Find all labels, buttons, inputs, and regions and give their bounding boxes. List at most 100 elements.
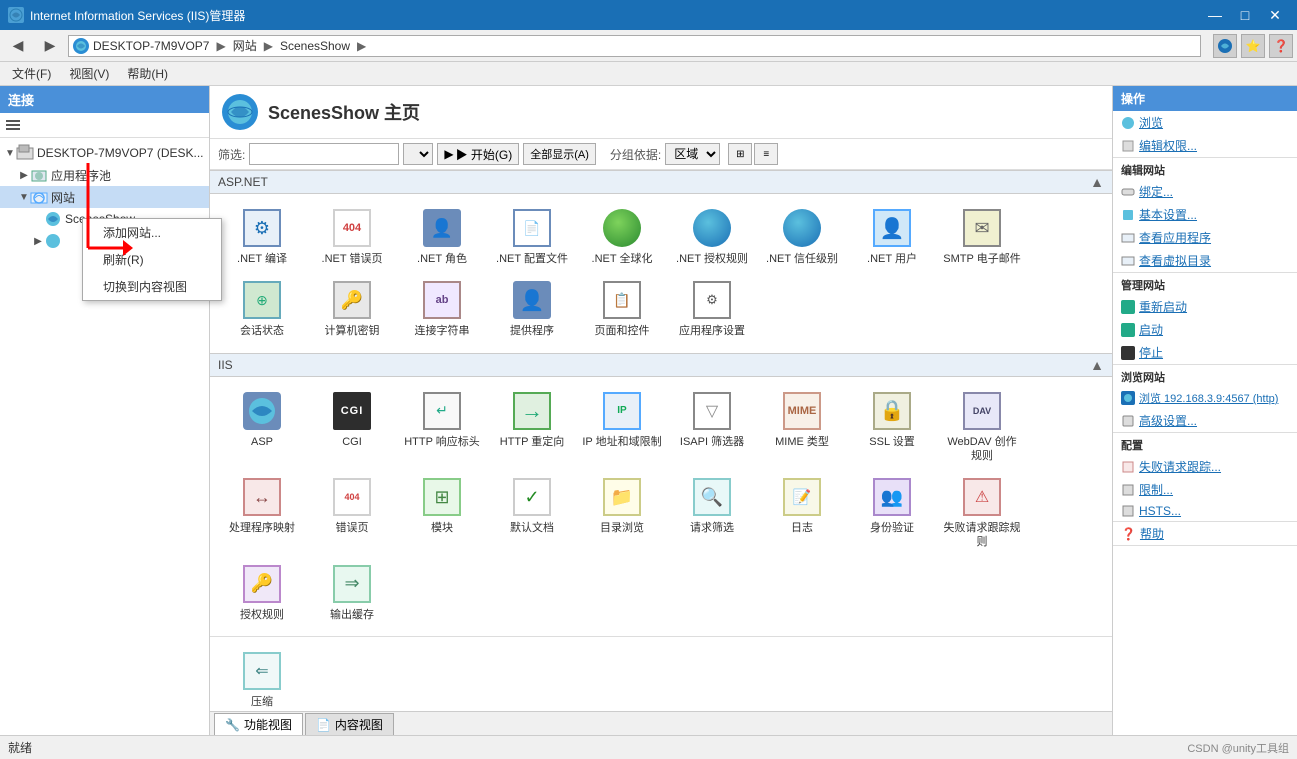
icon-req-filter[interactable]: 🔍 请求筛选: [668, 471, 756, 556]
icon-auth-rules[interactable]: 🔑 授权规则: [218, 558, 306, 628]
right-item-view-apps[interactable]: 查看应用程序: [1113, 226, 1297, 249]
minimize-button[interactable]: —: [1201, 3, 1229, 27]
address-field: DESKTOP-7M9VOP7 ▶ 网站 ▶ ScenesShow ▶: [68, 35, 1201, 57]
icon-net-user[interactable]: 👤 .NET 用户: [848, 202, 936, 272]
stars-icon[interactable]: ⭐: [1241, 34, 1265, 58]
right-item-browse-site[interactable]: 浏览 192.168.3.9:4567 (http): [1113, 387, 1297, 409]
right-subsection-manage-site: 管理网站: [1113, 273, 1297, 295]
right-section-config: 配置 失败请求跟踪... 限制... HSTS...: [1113, 433, 1297, 522]
ie-icon[interactable]: [1213, 34, 1237, 58]
right-item-browse[interactable]: 浏览: [1113, 111, 1297, 134]
sidebar-tool-btn[interactable]: [2, 115, 24, 135]
icon-smtp[interactable]: ✉ SMTP 电子邮件: [938, 202, 1026, 272]
icon-net-config[interactable]: 📄 .NET 配置文件: [488, 202, 576, 272]
breadcrumb-desktop[interactable]: DESKTOP-7M9VOP7: [93, 39, 209, 53]
show-all-button[interactable]: 全部显示(A): [523, 143, 596, 165]
right-item-restart[interactable]: 重新启动: [1113, 295, 1297, 318]
breadcrumb-sites[interactable]: 网站: [233, 37, 257, 54]
right-item-start[interactable]: 启动: [1113, 318, 1297, 341]
icon-net-auth[interactable]: .NET 授权规则: [668, 202, 756, 272]
right-item-failed-req[interactable]: 失败请求跟踪...: [1113, 455, 1297, 478]
maximize-button[interactable]: □: [1231, 3, 1259, 27]
sidebar: 连接 ▼ DESKTOP-7M9VOP7 (DESK... ▶ 应用程序池 ▼ …: [0, 86, 210, 735]
menu-view[interactable]: 视图(V): [61, 63, 117, 84]
icon-isapi[interactable]: ▽ ISAPI 筛选器: [668, 385, 756, 470]
filter-dropdown[interactable]: [403, 143, 433, 165]
icon-app-settings[interactable]: ⚙ 应用程序设置: [668, 274, 756, 344]
icon-provider[interactable]: 👤 提供程序: [488, 274, 576, 344]
tree-toggle-sites[interactable]: ▼: [18, 191, 30, 203]
filter-label: 筛选:: [218, 146, 245, 163]
icon-ip-domain[interactable]: IP IP 地址和域限制: [578, 385, 666, 470]
icon-mime[interactable]: MIME MIME 类型: [758, 385, 846, 470]
breadcrumb-scenesshow[interactable]: ScenesShow: [280, 39, 350, 53]
compress-grid: ⇐ 压缩: [210, 636, 1112, 711]
icon-output-cache[interactable]: ⇒ 输出缓存: [308, 558, 396, 628]
view-apps-icon: [1121, 231, 1135, 245]
icon-http-redirect[interactable]: → HTTP 重定向: [488, 385, 576, 470]
icon-net-error[interactable]: 404 .NET 错误页: [308, 202, 396, 272]
start-filter-button[interactable]: ▶ ▶ 开始(G): [437, 143, 519, 165]
ctx-switch-view[interactable]: 切换到内容视图: [83, 273, 210, 300]
icon-webdav[interactable]: DAV WebDAV 创作规则: [938, 385, 1026, 470]
tree-item-apppool[interactable]: ▶ 应用程序池: [0, 164, 209, 186]
icon-failed-req[interactable]: ⚠ 失败请求跟踪规则: [938, 471, 1026, 556]
help-icon-addr[interactable]: ❓: [1269, 34, 1293, 58]
view-icons-button[interactable]: ⊞: [728, 143, 752, 165]
close-button[interactable]: ✕: [1261, 3, 1289, 27]
tree-toggle-scenesshow[interactable]: [32, 213, 44, 225]
icon-compress[interactable]: ⇐ 压缩: [218, 645, 306, 711]
right-item-help[interactable]: ❓ 帮助: [1113, 522, 1297, 545]
icon-dir-browse[interactable]: 📁 目录浏览: [578, 471, 666, 556]
browse-icon: [1121, 116, 1135, 130]
icon-machine-key[interactable]: 🔑 计算机密钥: [308, 274, 396, 344]
back-button[interactable]: ◀: [4, 34, 32, 58]
icon-net-global[interactable]: .NET 全球化: [578, 202, 666, 272]
icon-error-page[interactable]: 404 错误页: [308, 471, 396, 556]
icon-ssl[interactable]: 🔒 SSL 设置: [848, 385, 936, 470]
right-item-edit-perm[interactable]: 编辑权限...: [1113, 134, 1297, 157]
icon-handler[interactable]: ↔ 处理程序映射: [218, 471, 306, 556]
right-section-help: ❓ 帮助: [1113, 522, 1297, 546]
section-aspnet-toggle[interactable]: ▲: [1090, 174, 1104, 190]
section-iis-toggle[interactable]: ▲: [1090, 357, 1104, 373]
view-list-button[interactable]: ≡: [754, 143, 778, 165]
right-item-view-vdir[interactable]: 查看虚拟目录: [1113, 249, 1297, 272]
right-item-advanced[interactable]: 高级设置...: [1113, 409, 1297, 432]
icon-conn-string[interactable]: ab 连接字符串: [398, 274, 486, 344]
icon-pages-controls[interactable]: 📋 页面和控件: [578, 274, 666, 344]
tab-feature-view[interactable]: 🔧 功能视图: [214, 713, 303, 735]
icon-default-doc[interactable]: ✓ 默认文档: [488, 471, 576, 556]
icon-cgi[interactable]: CGI CGI: [308, 385, 396, 470]
menu-file[interactable]: 文件(F): [4, 63, 59, 84]
right-item-stop[interactable]: 停止: [1113, 341, 1297, 364]
right-item-limit[interactable]: 限制...: [1113, 478, 1297, 501]
right-item-hsts[interactable]: HSTS...: [1113, 501, 1297, 521]
tree-item-desktop[interactable]: ▼ DESKTOP-7M9VOP7 (DESK...: [0, 142, 209, 164]
tab-content-view[interactable]: 📄 内容视图: [305, 713, 394, 735]
icon-net-compile[interactable]: ⚙ .NET 编译: [218, 202, 306, 272]
tree-toggle-apppool[interactable]: ▶: [18, 169, 30, 181]
icon-module[interactable]: ⊞ 模块: [398, 471, 486, 556]
icon-http-headers[interactable]: ↵ HTTP 响应标头: [398, 385, 486, 470]
icon-net-role[interactable]: 👤 .NET 角色: [398, 202, 486, 272]
icon-auth[interactable]: 👥 身份验证: [848, 471, 936, 556]
help-icon-right: ❓: [1121, 527, 1136, 541]
basic-settings-icon: [1121, 208, 1135, 222]
icon-asp[interactable]: ASP: [218, 385, 306, 470]
sidebar-toolbar: [0, 113, 209, 138]
right-item-basic-settings[interactable]: 基本设置...: [1113, 203, 1297, 226]
forward-button[interactable]: ▶: [36, 34, 64, 58]
menu-help[interactable]: 帮助(H): [119, 63, 176, 84]
ctx-refresh[interactable]: 刷新(R): [83, 246, 210, 273]
ctx-add-site[interactable]: 添加网站...: [83, 219, 210, 246]
filter-input[interactable]: [249, 143, 399, 165]
tree-toggle-desktop[interactable]: ▼: [4, 147, 16, 159]
icon-log[interactable]: 📝 日志: [758, 471, 846, 556]
right-item-binding[interactable]: 绑定...: [1113, 180, 1297, 203]
icon-session[interactable]: ⊕ 会话状态: [218, 274, 306, 344]
section-iis: IIS ▲: [210, 353, 1112, 377]
tree-item-sites[interactable]: ▼ 网站: [0, 186, 209, 208]
icon-net-trust[interactable]: .NET 信任级别: [758, 202, 846, 272]
group-dropdown[interactable]: 区域: [665, 143, 720, 165]
